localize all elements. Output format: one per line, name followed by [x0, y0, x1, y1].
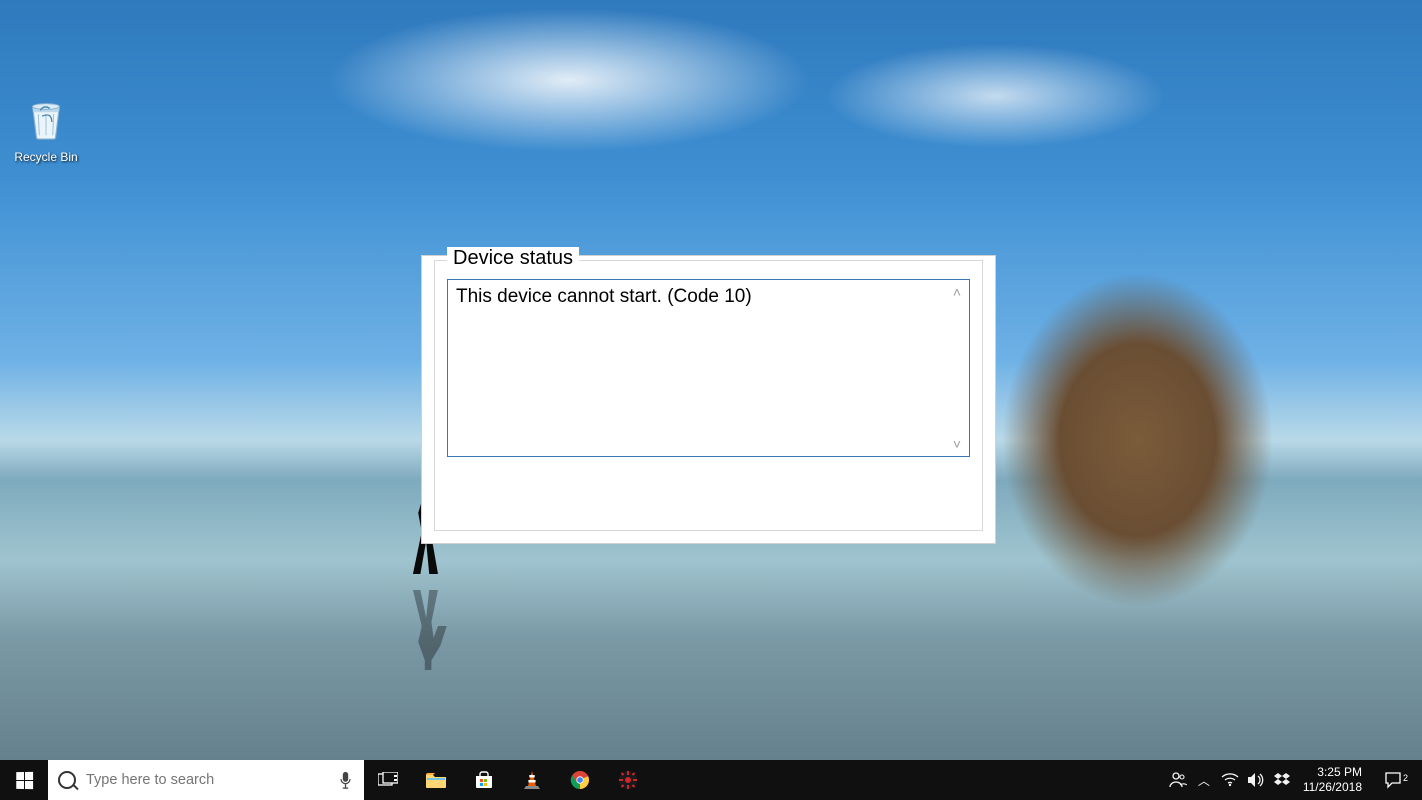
dropbox-button[interactable]	[1269, 760, 1295, 800]
file-explorer-button[interactable]	[412, 760, 460, 800]
speaker-icon	[1247, 772, 1265, 788]
scrollbar[interactable]: ˄ ˅	[945, 280, 969, 456]
scroll-down-icon[interactable]: ˅	[953, 436, 961, 452]
vlc-button[interactable]	[508, 760, 556, 800]
app-red-button[interactable]	[604, 760, 652, 800]
cortana-icon	[58, 771, 76, 789]
device-status-textbox[interactable]: This device cannot start. (Code 10) ˄ ˅	[447, 279, 970, 457]
dropbox-icon	[1274, 772, 1290, 788]
device-status-dialog: Device status This device cannot start. …	[421, 255, 996, 544]
chevron-up-icon: ︿	[1198, 772, 1210, 789]
scroll-up-icon[interactable]: ˄	[953, 284, 961, 300]
start-button[interactable]	[0, 760, 48, 800]
windows-logo-icon	[16, 771, 33, 788]
chrome-icon	[570, 770, 590, 790]
wifi-icon	[1221, 773, 1239, 787]
volume-button[interactable]	[1243, 760, 1269, 800]
wifi-button[interactable]	[1217, 760, 1243, 800]
taskbar: ︿ 3:25 PM 11/26/2018 2	[0, 760, 1422, 800]
clock-date: 11/26/2018	[1303, 780, 1362, 795]
action-center-button[interactable]: 2	[1370, 771, 1416, 789]
task-view-icon	[378, 772, 398, 788]
device-status-groupbox: Device status This device cannot start. …	[434, 260, 983, 531]
vlc-icon	[523, 770, 541, 790]
task-view-button[interactable]	[364, 760, 412, 800]
taskbar-search[interactable]	[48, 760, 364, 800]
microphone-icon[interactable]	[339, 771, 352, 789]
taskbar-clock[interactable]: 3:25 PM 11/26/2018	[1295, 765, 1370, 795]
gear-red-icon	[618, 770, 638, 790]
desktop-icon-recycle-bin[interactable]: Recycle Bin	[8, 95, 84, 164]
system-tray: ︿ 3:25 PM 11/26/2018 2	[1165, 760, 1422, 800]
device-status-legend: Device status	[447, 247, 579, 270]
microsoft-store-button[interactable]	[460, 760, 508, 800]
recycle-bin-icon	[23, 95, 69, 141]
clock-time: 3:25 PM	[1317, 765, 1362, 780]
notification-count: 2	[1403, 773, 1408, 783]
tray-overflow-button[interactable]: ︿	[1191, 760, 1217, 800]
search-input[interactable]	[86, 772, 354, 788]
chrome-button[interactable]	[556, 760, 604, 800]
device-status-message: This device cannot start. (Code 10)	[456, 286, 752, 307]
notification-icon	[1384, 771, 1402, 789]
folder-icon	[425, 771, 447, 789]
people-button[interactable]	[1165, 760, 1191, 800]
desktop-icon-label: Recycle Bin	[8, 150, 84, 164]
people-icon	[1169, 771, 1187, 789]
store-icon	[474, 770, 494, 790]
